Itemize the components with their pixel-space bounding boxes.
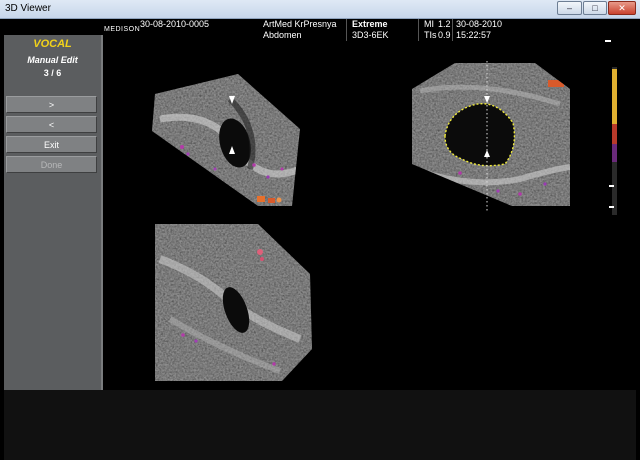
color-scale-mid xyxy=(612,124,617,144)
scale-tick xyxy=(609,206,614,208)
color-scale-low xyxy=(612,144,617,162)
view-coronal[interactable] xyxy=(150,219,315,384)
title-bar: 3D Viewer – □ ✕ xyxy=(0,0,640,19)
view-axial[interactable] xyxy=(150,69,310,209)
viewer-frame: VOCAL Manual Edit 3 / 6 > < Exit Done ME… xyxy=(0,19,640,460)
close-button[interactable]: ✕ xyxy=(608,1,636,15)
view-sagittal[interactable] xyxy=(405,59,575,209)
scale-tick xyxy=(609,185,614,187)
window-title: 3D Viewer xyxy=(5,3,51,14)
color-scale-high xyxy=(612,69,617,124)
bottom-status-area xyxy=(4,390,636,460)
minimize-button[interactable]: – xyxy=(557,1,582,15)
maximize-button[interactable]: □ xyxy=(583,1,607,15)
scale-tick xyxy=(605,40,611,42)
